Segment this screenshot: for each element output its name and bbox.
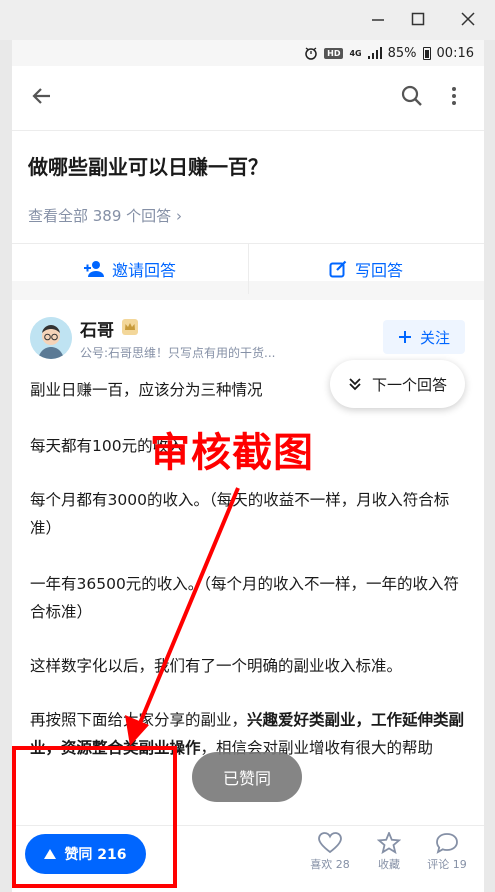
question-title: 做哪些副业可以日赚一百？	[28, 155, 268, 179]
review-watermark: 审核截图	[150, 430, 314, 476]
app-bar	[12, 66, 484, 130]
add-user-icon	[83, 261, 104, 277]
maximize-icon[interactable]	[403, 4, 433, 34]
battery-icon	[422, 46, 431, 60]
double-chevron-down-icon	[349, 378, 361, 391]
view-all-label: 查看全部 389 个回答	[28, 207, 172, 225]
question-actions: 邀请回答 写回答	[12, 243, 484, 294]
crown-badge-icon	[122, 319, 138, 335]
plus-icon	[398, 331, 411, 343]
edit-icon	[329, 260, 347, 278]
answer-paragraph-3: 每个月都有3000的收入。（每天的收益不一样，月收入符合标准）	[30, 491, 450, 537]
view-all-answers-link[interactable]: 查看全部 389 个回答 ›	[28, 205, 182, 226]
p6-text-a: 再按照下面给大家分享的副业，	[30, 711, 248, 729]
close-window-icon[interactable]	[453, 4, 483, 34]
follow-label: 关注	[419, 328, 450, 347]
network-type: 4G	[349, 48, 362, 58]
invite-answer-label: 邀请回答	[111, 261, 176, 280]
star-icon	[377, 832, 401, 854]
collect-button[interactable]: 收藏	[361, 832, 417, 882]
search-icon[interactable]	[400, 84, 430, 114]
next-answer-button[interactable]: 下一个回答	[330, 360, 465, 408]
comment-button[interactable]: 评论 19	[419, 832, 475, 882]
minimize-icon[interactable]	[363, 4, 393, 34]
toast: 已赞同	[192, 752, 302, 802]
hd-indicator: HD	[324, 47, 344, 59]
like-label: 喜欢 28	[310, 858, 350, 871]
chevron-right-icon: ›	[175, 207, 182, 225]
answer-paragraph-5: 这样数字化以后，我们有了一个明确的副业收入标准。	[30, 657, 403, 675]
next-answer-label: 下一个回答	[371, 375, 447, 394]
emulator-title-bar	[0, 0, 495, 40]
annotation-highlight-box	[12, 746, 177, 888]
status-bar: HD 4G 85% 00:16	[12, 40, 484, 66]
follow-button[interactable]: 关注	[383, 320, 465, 354]
signal-icon	[367, 47, 382, 59]
invite-answer-button[interactable]: 邀请回答	[12, 244, 248, 294]
alarm-icon	[305, 47, 317, 60]
author-name[interactable]: 石哥	[80, 316, 114, 341]
heart-icon	[318, 832, 342, 854]
collect-label: 收藏	[378, 858, 400, 871]
battery-percent: 85%	[387, 45, 417, 61]
comment-bubble-icon	[436, 833, 458, 854]
comment-label: 评论 19	[427, 858, 467, 871]
avatar[interactable]	[30, 317, 72, 359]
answer-paragraph-4: 一年有36500元的收入。（每个月的收入不一样，一年的收入符合标准）	[30, 575, 460, 621]
clock: 00:16	[436, 45, 474, 61]
author-bio: 公号:石哥思维！只写点有用的干货...	[80, 346, 276, 360]
question-card: 做哪些副业可以日赚一百？ 查看全部 389 个回答 › 邀请回答 写回答	[12, 130, 484, 294]
back-arrow-icon[interactable]	[30, 84, 60, 114]
write-answer-label: 写回答	[354, 261, 403, 280]
more-options-icon[interactable]	[442, 84, 472, 114]
write-answer-button[interactable]: 写回答	[248, 244, 484, 294]
like-button[interactable]: 喜欢 28	[302, 832, 358, 882]
